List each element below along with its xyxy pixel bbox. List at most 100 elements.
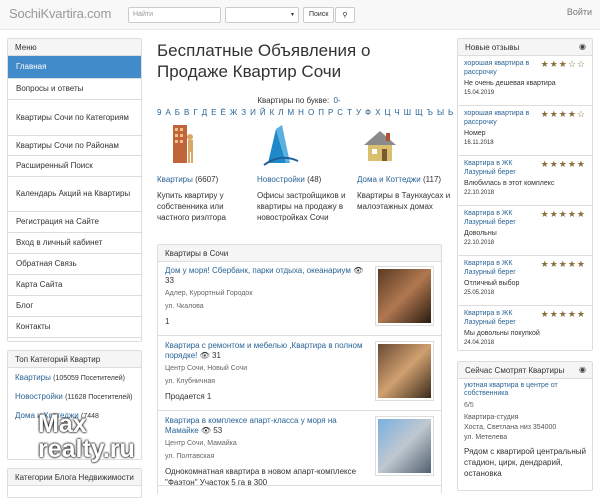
top-category-item[interactable]: Новостройки (11628 Посетителей) [8, 390, 141, 405]
star-icon: ★ [540, 309, 550, 319]
sidebar-item[interactable]: Календарь Акций на Квартиры [8, 177, 141, 212]
letter-link[interactable]: Ь [448, 108, 453, 117]
letter-link[interactable]: Й [260, 108, 266, 117]
star-icon: ★ [567, 309, 577, 319]
reviews-panel: Новые отзывы ◉ хорошая квартира в рассроч… [457, 38, 593, 351]
category-newbuilds: Новостройки (48) Офисы застройщиков и кв… [257, 123, 352, 223]
listing-row: Квартира в комплексе апарт-класса у моря… [158, 416, 441, 487]
review-item: Квартира в ЖК Лазурный берег ★★★★★ Отличны… [458, 256, 592, 306]
listing-text: Однокомнатная квартира в новом апарт-ком… [165, 467, 357, 487]
letter-link[interactable]: З [241, 108, 246, 117]
letter-link[interactable]: Ш [404, 108, 411, 117]
search-input[interactable]: Найти [128, 7, 221, 23]
letter-link[interactable]: Т [347, 108, 352, 117]
letter-link[interactable]: Ы [437, 108, 444, 117]
star-rating: ★★★★☆ [541, 109, 586, 120]
review-title[interactable]: хорошая квартира в рассрочку [464, 59, 532, 77]
review-title[interactable]: Квартира в ЖК Лазурный берег [464, 309, 532, 327]
listings-title: Квартиры в Сочи [158, 245, 441, 262]
top-category-item[interactable]: Квартиры (105059 Посетителей) [8, 371, 141, 386]
watching-item-title[interactable]: уютная квартира в центре от собственника [464, 382, 586, 398]
listing-title[interactable]: Дом у моря! Сбербанк, парки отдыха, океа… [165, 266, 368, 286]
letter-link[interactable]: М [288, 108, 295, 117]
letter-link[interactable]: Ж [230, 108, 237, 117]
category-link[interactable]: Квартиры [157, 175, 193, 184]
letter-link[interactable]: Ц [384, 108, 390, 117]
letter-link[interactable]: А [165, 108, 170, 117]
category-select[interactable]: ▾ [225, 7, 299, 23]
search-icon: ⚲ [342, 12, 348, 19]
letter-link[interactable]: К [270, 108, 275, 117]
review-date: 15.04.2019 [464, 90, 495, 96]
listing-photo[interactable] [375, 266, 434, 326]
letter-link[interactable]: И [250, 108, 256, 117]
star-rating: ★★★☆☆ [541, 59, 586, 70]
sidebar-item[interactable]: Вопросы и ответы [8, 79, 141, 100]
eye-icon: 👁 [353, 266, 364, 275]
review-comment: Отличный выбор [464, 280, 520, 287]
letter-link[interactable]: Ё [221, 108, 226, 117]
site-logo[interactable]: SochiKvartira.com [9, 6, 111, 21]
star-icon: ★ [567, 259, 577, 269]
review-title[interactable]: Квартира в ЖК Лазурный берег [464, 159, 532, 177]
star-icon: ★ [540, 59, 550, 69]
letter-link[interactable]: У [356, 108, 361, 117]
review-title[interactable]: хорошая квартира в рассрочку [464, 109, 532, 127]
star-icon: ★ [576, 209, 586, 219]
review-title[interactable]: Квартира в ЖК Лазурный берег [464, 259, 532, 277]
letter-link[interactable]: Р [328, 108, 333, 117]
sidebar-item[interactable]: Обратная Связь [8, 254, 141, 275]
letter-link[interactable]: Е [211, 108, 216, 117]
review-title[interactable]: Квартира в ЖК Лазурный берег [464, 209, 532, 227]
top-navbar: SochiKvartira.com Найти ▾ Поиск ⚲ Войти [0, 0, 600, 30]
search-button[interactable]: Поиск [303, 7, 335, 23]
star-icon: ★ [549, 259, 559, 269]
letter-link[interactable]: Л [278, 108, 283, 117]
review-item: хорошая квартира в рассрочку ★★★☆☆ Не очен… [458, 56, 592, 106]
sidebar-item[interactable]: Карта Сайта [8, 275, 141, 296]
review-comment: Не очень дешевая квартира [464, 80, 556, 87]
letter-link[interactable]: Щ [415, 108, 423, 117]
letter-link[interactable]: О [308, 108, 314, 117]
star-icon: ★ [540, 209, 550, 219]
sidebar-item[interactable]: Вход в личный кабинет [8, 233, 141, 254]
listing-text: Продается 1 [165, 392, 212, 401]
letter-link[interactable]: Б [175, 108, 180, 117]
sidebar-item[interactable]: Квартиры Сочи по Категориям [8, 100, 141, 136]
sidebar-item[interactable]: Расширенный Поиск [8, 156, 141, 177]
letter-link[interactable]: С [337, 108, 343, 117]
watching-description: Рядом с квартирой центральный стадион, ц… [464, 447, 586, 478]
category-link[interactable]: Дома и Коттеджи [357, 175, 421, 184]
rss-icon[interactable]: ◉ [579, 365, 586, 374]
listing-title[interactable]: Квартира с ремонтом и мебелью ,Квартира … [165, 341, 368, 361]
zoom-search-button[interactable]: ⚲ [335, 7, 355, 23]
listing-photo[interactable] [375, 341, 434, 401]
star-icon: ★ [558, 59, 568, 69]
category-link[interactable]: Новостройки [257, 175, 305, 184]
letter-link[interactable]: В [184, 108, 189, 117]
sidebar-item[interactable]: Главная [8, 56, 141, 79]
letter-link[interactable]: Ъ [427, 108, 433, 117]
sidebar-item[interactable]: Блог [8, 296, 141, 317]
letters-nav: Квартиры по букве: 0-9 А Б В Г Д Е Ё Ж З И Й К Л М Н О П Р… [157, 95, 485, 119]
listing-location: Центр Сочи, Мамайка [165, 440, 237, 447]
letter-link[interactable]: Г [193, 108, 197, 117]
sidebar-item[interactable]: Регистрация на Сайте [8, 212, 141, 233]
listing-photo[interactable] [375, 416, 434, 476]
star-icon: ★ [549, 59, 559, 69]
chevron-down-icon: ▾ [290, 12, 294, 18]
rss-icon[interactable]: ◉ [579, 42, 586, 51]
letter-link[interactable]: Д [202, 108, 207, 117]
mannequin-icon [173, 125, 193, 163]
login-link[interactable]: Войти [567, 7, 592, 17]
letter-link[interactable]: Ч [394, 108, 399, 117]
watching-location: Хоста, Светлана низ 354000 [464, 424, 557, 431]
star-icon: ☆ [576, 109, 586, 119]
listing-title[interactable]: Квартира в комплексе апарт-класса у моря… [165, 416, 368, 436]
letter-link[interactable]: П [318, 108, 324, 117]
letter-link[interactable]: Х [375, 108, 380, 117]
letter-link[interactable]: Ф [365, 108, 371, 117]
sidebar-item[interactable]: Квартиры Сочи по Районам [8, 136, 141, 156]
letter-link[interactable]: Н [298, 108, 304, 117]
sidebar-item[interactable]: Контакты [8, 317, 141, 338]
